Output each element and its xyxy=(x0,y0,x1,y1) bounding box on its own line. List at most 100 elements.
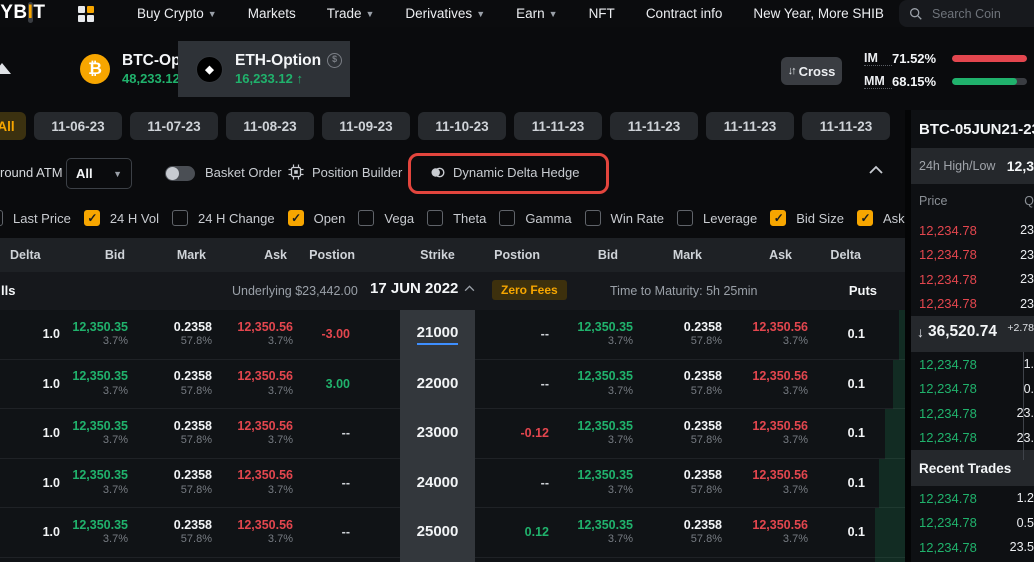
nav-item-derivatives[interactable]: Derivatives▼ xyxy=(405,6,485,21)
checkbox-checked[interactable] xyxy=(770,210,786,226)
dynamic-delta-hedge-icon xyxy=(429,164,446,181)
put-ask[interactable]: 12,350.563.7% xyxy=(727,369,812,398)
checkbox[interactable] xyxy=(427,210,443,226)
put-ask[interactable]: 12,350.563.7% xyxy=(727,468,812,497)
bybit-logo[interactable]: BYBIT xyxy=(0,2,46,24)
call-bid[interactable]: 12,350.353.7% xyxy=(62,468,132,497)
strike-cell[interactable]: 21000 xyxy=(400,324,475,345)
call-ask[interactable]: 12,350.563.7% xyxy=(216,320,296,349)
toggle-vega[interactable]: Vega xyxy=(358,210,414,226)
date-tab[interactable]: 11-10-23 xyxy=(418,112,506,140)
panel-scrollbar[interactable] xyxy=(1023,352,1024,460)
call-ask[interactable]: 12,350.563.7% xyxy=(216,468,296,497)
date-tab[interactable]: 11-09-23 xyxy=(322,112,410,140)
strike-cell[interactable]: 23000 xyxy=(400,424,475,442)
strike-range-select[interactable]: All▼ xyxy=(66,158,132,189)
col-call-mark: Mark xyxy=(132,248,216,262)
nav-item-new-year-more-shib[interactable]: New Year, More SHIB xyxy=(753,6,884,21)
col-call-delta: Delta xyxy=(0,248,62,262)
date-tab[interactable]: 11-11-23 xyxy=(706,112,794,140)
cross-margin-button[interactable]: ↓↑Cross xyxy=(781,57,842,85)
toggle-open[interactable]: Open xyxy=(288,210,346,226)
nav-item-markets[interactable]: Markets xyxy=(248,6,296,21)
checkbox[interactable] xyxy=(499,210,515,226)
put-bid[interactable]: 12,350.353.7% xyxy=(565,369,640,398)
trade-row: 12,234.7823.5 xyxy=(911,535,1034,560)
col-call-ask: Ask xyxy=(216,248,296,262)
call-bid[interactable]: 12,350.353.7% xyxy=(62,320,132,349)
options-chain: Delta Bid Mark Ask Postion Strike Postio… xyxy=(0,238,905,562)
col-strike: Strike xyxy=(400,248,475,262)
checkbox[interactable] xyxy=(0,210,3,226)
toggle-last-price[interactable]: Last Price xyxy=(0,210,71,226)
strike-cell[interactable]: 24000 xyxy=(400,474,475,492)
date-tab[interactable]: 11-06-23 xyxy=(34,112,122,140)
mm-label[interactable]: MM xyxy=(864,74,892,89)
nav-item-trade[interactable]: Trade▼ xyxy=(327,6,375,21)
toggle-24h-vol[interactable]: 24 H Vol xyxy=(84,210,159,226)
underlying-price: Underlying $23,442.00 xyxy=(232,284,358,298)
checkbox[interactable] xyxy=(677,210,693,226)
nav-item-contract-info[interactable]: Contract info xyxy=(646,6,723,21)
nav-item-nft[interactable]: NFT xyxy=(589,6,615,21)
date-tab[interactable]: 11-08-23 xyxy=(226,112,314,140)
toggle-leverage[interactable]: Leverage xyxy=(677,210,757,226)
bid-row[interactable]: 12,234.7823. xyxy=(911,401,1034,426)
bid-row[interactable]: 12,234.781. xyxy=(911,352,1034,377)
date-tab-all[interactable]: All xyxy=(0,112,26,140)
toggle-theta[interactable]: Theta xyxy=(427,210,486,226)
strike-cell[interactable]: 25000 xyxy=(400,523,475,541)
search-input[interactable] xyxy=(930,6,1015,22)
bid-row[interactable]: 12,234.7823. xyxy=(911,426,1034,451)
ask-row[interactable]: 12,234.7823 xyxy=(911,267,1034,292)
checkbox[interactable] xyxy=(172,210,188,226)
put-bid[interactable]: 12,350.353.7% xyxy=(565,518,640,547)
toggle-gamma[interactable]: Gamma xyxy=(499,210,571,226)
put-ask[interactable]: 12,350.563.7% xyxy=(727,320,812,349)
put-bid[interactable]: 12,350.353.7% xyxy=(565,468,640,497)
instrument-title[interactable]: BTC-05JUN21-23 xyxy=(911,110,1034,148)
call-bid[interactable]: 12,350.353.7% xyxy=(62,518,132,547)
put-bid[interactable]: 12,350.353.7% xyxy=(565,419,640,448)
mm-value: 68.15% xyxy=(892,74,952,89)
toggle-bid-size[interactable]: Bid Size xyxy=(770,210,844,226)
date-tab[interactable]: 11-11-23 xyxy=(610,112,698,140)
chevron-up-icon[interactable] xyxy=(868,165,884,175)
date-tab[interactable]: 11-11-23 xyxy=(802,112,890,140)
checkbox-checked[interactable] xyxy=(84,210,100,226)
tab-eth-option[interactable]: ◆ ETH-Option$ 16,233.12 ↑ xyxy=(178,41,350,97)
toggle-win-rate[interactable]: Win Rate xyxy=(585,210,664,226)
position-builder-label[interactable]: Position Builder xyxy=(312,165,402,180)
call-ask[interactable]: 12,350.563.7% xyxy=(216,518,296,547)
call-bid[interactable]: 12,350.353.7% xyxy=(62,369,132,398)
mark-price-row[interactable]: ↓36,520.74 +2.78 xyxy=(911,316,1034,352)
put-ask[interactable]: 12,350.563.7% xyxy=(727,419,812,448)
ask-row[interactable]: 12,234.7823 xyxy=(911,218,1034,243)
put-ask[interactable]: 12,350.563.7% xyxy=(727,518,812,547)
call-position: -3.00 xyxy=(296,325,400,343)
basket-order-toggle[interactable] xyxy=(165,166,195,181)
toggle-24h-change[interactable]: 24 H Change xyxy=(172,210,275,226)
expiry-date[interactable]: 17 JUN 2022 xyxy=(370,280,475,297)
strike-cell[interactable]: 22000 xyxy=(400,375,475,393)
call-position: -- xyxy=(296,424,400,442)
search-box[interactable] xyxy=(899,0,1034,27)
date-tab[interactable]: 11-07-23 xyxy=(130,112,218,140)
bid-row[interactable]: 12,234.780. xyxy=(911,377,1034,402)
call-ask[interactable]: 12,350.563.7% xyxy=(216,369,296,398)
checkbox[interactable] xyxy=(585,210,601,226)
call-bid[interactable]: 12,350.353.7% xyxy=(62,419,132,448)
nav-item-earn[interactable]: Earn▼ xyxy=(516,6,557,21)
nav-item-buy-crypto[interactable]: Buy Crypto▼ xyxy=(137,6,217,21)
checkbox[interactable] xyxy=(358,210,374,226)
ask-row[interactable]: 12,234.7823 xyxy=(911,243,1034,268)
im-label[interactable]: IM xyxy=(864,51,892,66)
checkbox-checked[interactable] xyxy=(288,210,304,226)
call-ask[interactable]: 12,350.563.7% xyxy=(216,419,296,448)
date-tab[interactable]: 11-11-23 xyxy=(514,112,602,140)
checkbox-checked[interactable] xyxy=(857,210,873,226)
dynamic-delta-hedge-label[interactable]: Dynamic Delta Hedge xyxy=(453,165,579,180)
apps-grid-icon[interactable] xyxy=(78,6,95,23)
ask-row[interactable]: 12,234.7823 xyxy=(911,292,1034,317)
put-bid[interactable]: 12,350.353.7% xyxy=(565,320,640,349)
